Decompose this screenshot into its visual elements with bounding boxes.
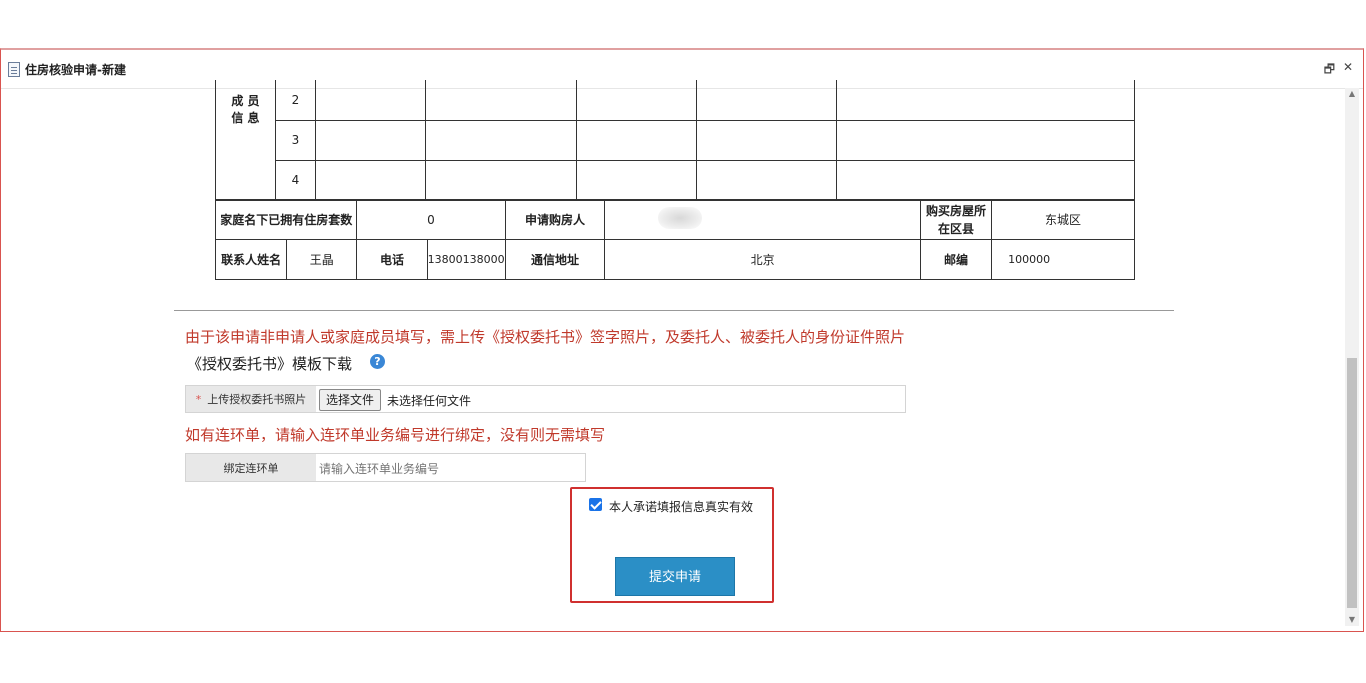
member-cell[interactable] — [314, 159, 426, 201]
section-divider — [174, 310, 1174, 311]
phone-label: 电话 — [356, 239, 428, 280]
contact-name-label: 联系人姓名 — [214, 239, 288, 280]
contact-name-value: 王晶 — [286, 239, 358, 280]
phone-value: 13800138000 — [426, 239, 506, 280]
authorization-notice: 由于该申请非申请人或家庭成员填写，需上传《授权委托书》签字照片，及委托人、被委托… — [185, 328, 906, 346]
address-label: 通信地址 — [504, 239, 606, 280]
chain-notice: 如有连环单，请输入连环单业务编号进行绑定，没有则无需填写 — [185, 426, 606, 444]
commitment-checkbox[interactable] — [589, 498, 602, 511]
template-download-link[interactable]: 《授权委托书》模板下载 — [187, 353, 352, 374]
submit-button[interactable]: 提交申请 — [615, 557, 735, 596]
district-label: 购买房屋所在区县 — [919, 199, 993, 240]
required-mark: * — [195, 392, 202, 406]
chain-label: 绑定连环单 — [186, 454, 316, 481]
applicant-label: 申请购房人 — [504, 199, 606, 240]
member-cell[interactable] — [424, 80, 577, 121]
postcode-label: 邮编 — [919, 239, 993, 280]
close-icon[interactable]: ✕ — [1343, 60, 1353, 74]
choose-file-button[interactable]: 选择文件 — [319, 389, 382, 411]
member-row-index: 3 — [274, 119, 316, 161]
upload-label: * 上传授权委托书照片 — [186, 386, 316, 412]
members-table: 成 员 信 息 2 3 4 — [215, 80, 1135, 201]
members-section-label: 成 员 信 息 — [215, 80, 276, 201]
member-cell[interactable] — [696, 119, 838, 161]
help-icon[interactable]: ? — [370, 354, 385, 369]
applicant-value — [604, 199, 921, 240]
member-cell[interactable] — [836, 119, 1135, 161]
chain-number-input[interactable] — [317, 458, 581, 480]
scroll-up-icon[interactable]: ▲ — [1345, 88, 1359, 100]
member-cell[interactable] — [575, 80, 698, 121]
member-cell[interactable] — [424, 159, 577, 201]
chain-row: 绑定连环单 — [185, 453, 586, 482]
postcode-value: 100000 — [991, 239, 1135, 280]
member-cell[interactable] — [836, 159, 1135, 201]
scroll-down-icon[interactable]: ▼ — [1345, 614, 1359, 626]
member-row-index: 4 — [274, 159, 316, 201]
household-info-table: 家庭名下已拥有住房套数 0 申请购房人 购买房屋所在区县 东城区 联系人姓名 王… — [214, 199, 1135, 280]
owned-count-label: 家庭名下已拥有住房套数 — [214, 199, 358, 240]
commitment-label: 本人承诺填报信息真实有效 — [609, 500, 754, 514]
file-status: 未选择任何文件 — [387, 394, 472, 408]
member-cell[interactable] — [575, 119, 698, 161]
member-cell[interactable] — [314, 119, 426, 161]
redacted-name — [657, 207, 702, 229]
restore-icon[interactable]: 🗗 — [1324, 60, 1335, 81]
member-cell[interactable] — [575, 159, 698, 201]
member-row-index: 2 — [274, 80, 316, 121]
member-cell[interactable] — [424, 119, 577, 161]
scroll-thumb[interactable] — [1347, 358, 1357, 608]
member-cell[interactable] — [836, 80, 1135, 121]
vertical-scrollbar[interactable]: ▲ ▼ — [1345, 88, 1359, 626]
member-cell[interactable] — [314, 80, 426, 121]
address-value: 北京 — [604, 239, 921, 280]
district-value: 东城区 — [991, 199, 1135, 240]
document-icon — [8, 62, 20, 77]
owned-count-value: 0 — [356, 199, 506, 240]
member-cell[interactable] — [696, 80, 838, 121]
member-cell[interactable] — [696, 159, 838, 201]
upload-row: * 上传授权委托书照片 选择文件 未选择任何文件 — [185, 385, 906, 413]
window-title: 住房核验申请-新建 — [25, 63, 126, 77]
